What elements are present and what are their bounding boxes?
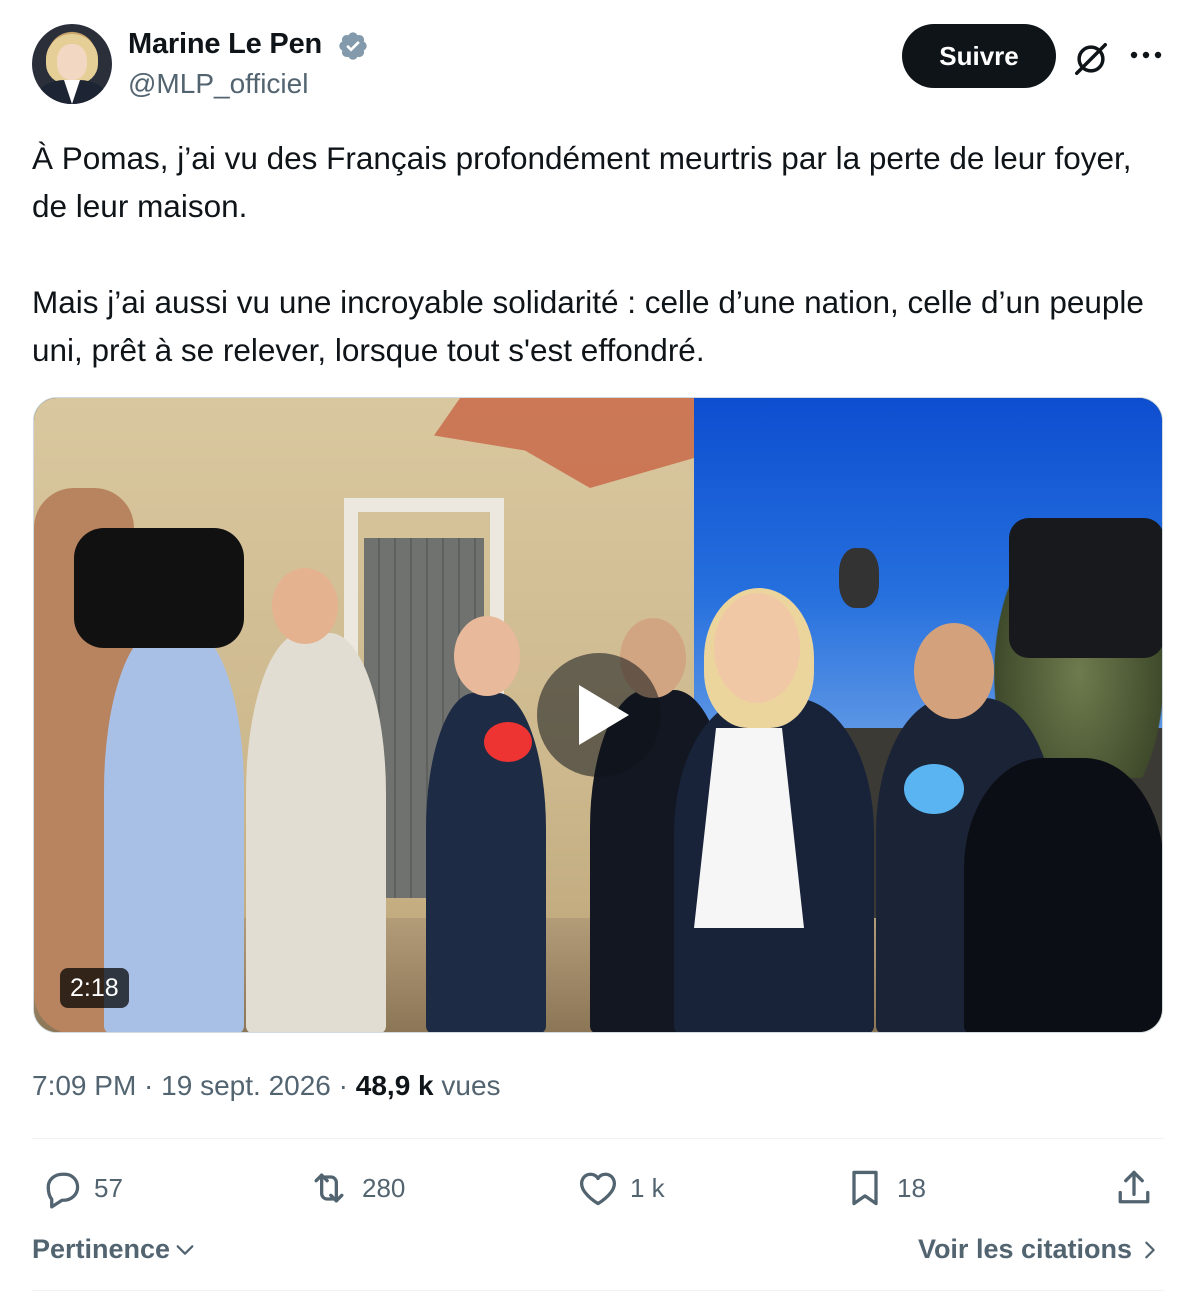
thumbnail-head [714, 593, 800, 703]
bookmark-icon [852, 1170, 878, 1206]
tweet-paragraph: Mais j’ai aussi vu une incroyable solida… [32, 284, 1153, 368]
thumbnail-head [454, 616, 520, 696]
repost-icon [314, 1173, 344, 1203]
author-name[interactable]: Marine Le Pen [128, 28, 322, 61]
thumbnail-head [272, 568, 338, 644]
repost-count: 280 [362, 1172, 406, 1203]
tweet-text: À Pomas, j’ai vu des Français profondéme… [32, 134, 1172, 374]
views-count: 48,9 k [355, 1070, 434, 1101]
video-duration: 2:18 [60, 968, 129, 1008]
heart-icon [579, 1172, 617, 1206]
avatar-face [57, 44, 87, 80]
tweet-time[interactable]: 7:09 PM [32, 1070, 136, 1101]
verified-badge-icon [339, 32, 367, 60]
chevron-right-icon [1145, 1241, 1155, 1258]
bookmark-count: 18 [897, 1172, 926, 1203]
sort-label: Pertinence [32, 1234, 171, 1264]
thumbnail-microphone [904, 764, 964, 814]
tweet-meta: 7:09 PM · 19 sept. 2026 · 48,9 k vues [32, 1070, 501, 1102]
reply-button[interactable]: 57 [40, 1164, 123, 1212]
bookmark-button[interactable]: 18 [843, 1164, 926, 1212]
divider [32, 1138, 1164, 1139]
thumbnail-camera [74, 528, 244, 648]
play-icon [579, 685, 629, 745]
video-player[interactable]: 2:18 [33, 397, 1163, 1033]
thumbnail-camera [1009, 518, 1162, 658]
more-icon[interactable] [1126, 40, 1166, 70]
grok-icon[interactable] [1072, 40, 1110, 78]
tweet-date[interactable]: 19 sept. 2026 [161, 1070, 331, 1101]
like-count: 1 k [630, 1172, 665, 1203]
thumbnail-person [964, 758, 1162, 1032]
quotes-label: Voir les citations [917, 1234, 1132, 1264]
thumbnail-person [246, 633, 386, 1032]
thumbnail-head [914, 623, 994, 719]
thumbnail-microphone [484, 722, 532, 762]
follow-button[interactable]: Suivre [902, 24, 1056, 88]
meta-separator: · [136, 1070, 162, 1101]
author-avatar[interactable] [32, 24, 112, 104]
author-handle[interactable]: @MLP_officiel [128, 68, 308, 100]
divider [32, 1290, 1164, 1291]
meta-separator: · [330, 1070, 356, 1101]
chevron-down-icon [176, 1244, 194, 1255]
play-button[interactable] [537, 653, 661, 777]
repost-button[interactable]: 280 [306, 1164, 405, 1212]
reply-icon [46, 1172, 80, 1209]
sort-dropdown[interactable]: Pertinence [32, 1234, 196, 1265]
thumbnail-boom-mic [839, 548, 879, 608]
share-button[interactable] [1112, 1164, 1156, 1212]
tweet-paragraph: À Pomas, j’ai vu des Français profondéme… [32, 140, 1141, 224]
views-label: vues [441, 1070, 501, 1101]
view-quotes-link[interactable]: Voir les citations [918, 1234, 1158, 1265]
share-icon [1118, 1170, 1150, 1204]
like-button[interactable]: 1 k [576, 1164, 665, 1212]
reply-count: 57 [94, 1172, 123, 1203]
